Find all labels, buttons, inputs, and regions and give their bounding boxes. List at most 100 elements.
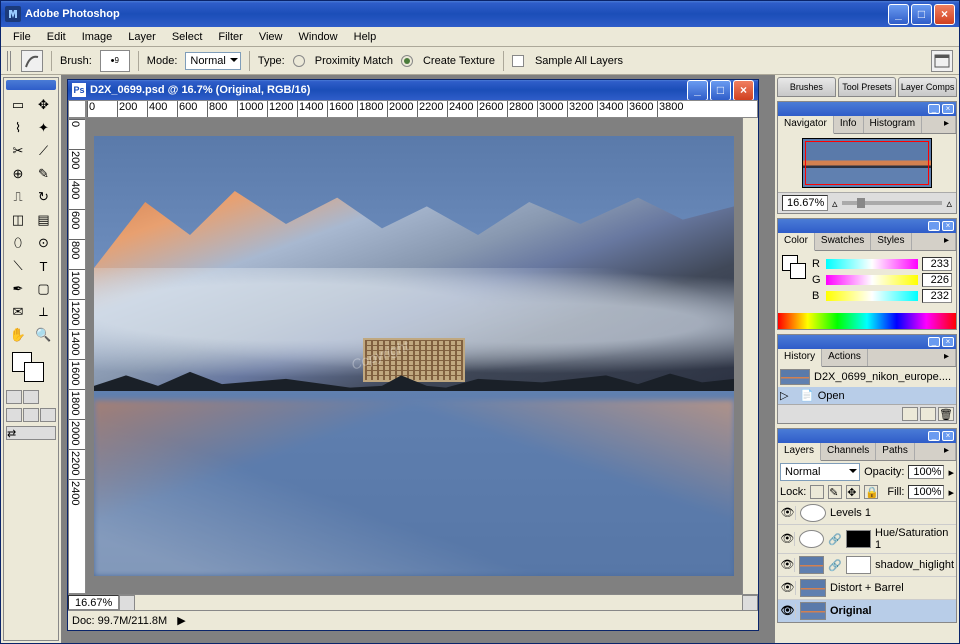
color-min[interactable]: _ <box>928 221 940 231</box>
lasso-tool[interactable]: ⌇ <box>6 117 30 139</box>
blur-tool[interactable]: ⬯ <box>6 232 30 254</box>
sample-all-checkbox[interactable] <box>512 55 524 67</box>
value-b[interactable]: 232 <box>922 289 952 303</box>
type-tool[interactable]: T <box>32 255 56 277</box>
move-tool[interactable]: ✥ <box>32 94 56 116</box>
tab-swatches[interactable]: Swatches <box>815 233 871 250</box>
options-grip[interactable] <box>7 51 13 71</box>
tab-actions[interactable]: Actions <box>822 349 868 366</box>
menu-help[interactable]: Help <box>346 29 385 45</box>
hist-close[interactable]: × <box>942 337 954 347</box>
app-titlebar[interactable]: Adobe Photoshop _ □ × <box>1 1 959 27</box>
minimize-button[interactable]: _ <box>888 4 909 25</box>
new-doc-from-state[interactable] <box>902 407 918 421</box>
zoom-out-icon[interactable]: ▵ <box>832 197 838 210</box>
palette-toggle-icon[interactable] <box>931 50 953 72</box>
color-close[interactable]: × <box>942 221 954 231</box>
lock-transparency[interactable] <box>810 485 824 499</box>
color-menu[interactable]: ▸ <box>938 233 956 250</box>
menu-filter[interactable]: Filter <box>210 29 250 45</box>
eraser-tool[interactable]: ◫ <box>6 209 30 231</box>
scrollbar-vertical[interactable] <box>742 118 758 594</box>
screenmode-1[interactable] <box>6 408 22 422</box>
slice-tool[interactable]: ⟋ <box>32 140 56 162</box>
tab-tool-presets[interactable]: Tool Presets <box>838 77 897 97</box>
doc-close[interactable]: × <box>733 80 754 101</box>
layers-min[interactable]: _ <box>928 431 940 441</box>
nav-menu[interactable]: ▸ <box>938 116 956 133</box>
eye-icon[interactable]: 👁 <box>780 532 795 546</box>
ruler-vertical[interactable]: 0200400600800100012001400160018002000220… <box>68 118 86 594</box>
slider-r[interactable] <box>826 259 918 269</box>
layer-distort[interactable]: 👁Distort + Barrel <box>778 577 956 600</box>
ruler-horizontal[interactable]: 0200400600800100012001400160018002000220… <box>86 100 758 118</box>
jump-to-imageready[interactable]: ⇄ <box>6 426 56 440</box>
menu-image[interactable]: Image <box>74 29 121 45</box>
brush-tool[interactable]: ✎ <box>32 163 56 185</box>
tab-color[interactable]: Color <box>778 233 815 251</box>
history-brush-tool[interactable]: ↻ <box>32 186 56 208</box>
lock-all[interactable]: 🔒 <box>864 485 878 499</box>
dodge-tool[interactable]: ⊙ <box>32 232 56 254</box>
marquee-tool[interactable]: ▭ <box>6 94 30 116</box>
docsize-status[interactable]: Doc: 99.7M/211.8M <box>72 615 167 627</box>
value-g[interactable]: 226 <box>922 273 952 287</box>
lock-position[interactable]: ✥ <box>846 485 860 499</box>
menu-window[interactable]: Window <box>291 29 346 45</box>
create-texture-radio[interactable] <box>401 55 413 67</box>
eye-icon[interactable]: 👁 <box>780 604 796 618</box>
eye-icon[interactable]: 👁 <box>780 581 796 595</box>
layer-huesat[interactable]: 👁🔗Hue/Saturation 1 <box>778 525 956 554</box>
background-swatch[interactable] <box>24 362 44 382</box>
menu-edit[interactable]: Edit <box>39 29 74 45</box>
history-snapshot[interactable]: D2X_0699_nikon_europe.... <box>778 367 956 387</box>
doc-minimize[interactable]: _ <box>687 80 708 101</box>
crop-tool[interactable]: ✂ <box>6 140 30 162</box>
tab-layer-comps[interactable]: Layer Comps <box>898 77 957 97</box>
navigator-thumbnail[interactable] <box>802 138 932 188</box>
history-item-open[interactable]: ▷📄Open <box>778 387 956 404</box>
screenmode-2[interactable] <box>23 408 39 422</box>
zoom-in-icon[interactable]: ▵ <box>946 197 952 210</box>
tab-channels[interactable]: Channels <box>821 443 876 460</box>
quickmask-off[interactable] <box>6 390 22 404</box>
color-swatches[interactable] <box>4 348 58 388</box>
menu-layer[interactable]: Layer <box>120 29 164 45</box>
blend-mode-dropdown[interactable]: Normal <box>780 463 860 481</box>
quickmask-on[interactable] <box>23 390 39 404</box>
layer-levels[interactable]: 👁Levels 1 <box>778 502 956 525</box>
zoom-tool[interactable]: 🔍 <box>32 324 56 346</box>
layers-menu[interactable]: ▸ <box>938 443 956 460</box>
menu-file[interactable]: File <box>5 29 39 45</box>
zoom-status[interactable]: 16.67% <box>68 595 119 610</box>
heal-tool[interactable]: ⊕ <box>6 163 30 185</box>
close-button[interactable]: × <box>934 4 955 25</box>
nav-close[interactable]: × <box>942 104 954 114</box>
slider-g[interactable] <box>826 275 918 285</box>
layers-close[interactable]: × <box>942 431 954 441</box>
screenmode-3[interactable] <box>40 408 56 422</box>
tab-layers[interactable]: Layers <box>778 443 821 461</box>
toolbox-head[interactable] <box>6 80 56 90</box>
stamp-tool[interactable]: ⎍ <box>6 186 30 208</box>
color-fg-bg[interactable] <box>782 255 806 279</box>
gradient-tool[interactable]: ▤ <box>32 209 56 231</box>
tab-info[interactable]: Info <box>834 116 864 133</box>
notes-tool[interactable]: ✉ <box>6 301 30 323</box>
tab-brushes[interactable]: Brushes <box>777 77 836 97</box>
canvas-viewport[interactable]: Copyright <box>86 118 742 594</box>
slider-b[interactable] <box>826 291 918 301</box>
eyedropper-tool[interactable]: ⟂ <box>32 301 56 323</box>
color-spectrum[interactable] <box>778 313 956 329</box>
delete-state[interactable]: 🗑 <box>938 407 954 421</box>
shape-tool[interactable]: ▢ <box>32 278 56 300</box>
hist-menu[interactable]: ▸ <box>938 349 956 366</box>
doc-titlebar[interactable]: Ps D2X_0699.psd @ 16.7% (Original, RGB/1… <box>68 80 758 100</box>
opacity-field[interactable]: 100% <box>908 465 944 479</box>
eye-icon[interactable]: 👁 <box>780 558 795 572</box>
layer-original[interactable]: 👁Original <box>778 600 956 622</box>
mode-dropdown[interactable]: Normal <box>185 52 240 70</box>
eye-icon[interactable]: 👁 <box>780 506 796 520</box>
current-tool-icon[interactable] <box>21 50 43 72</box>
menu-view[interactable]: View <box>251 29 291 45</box>
